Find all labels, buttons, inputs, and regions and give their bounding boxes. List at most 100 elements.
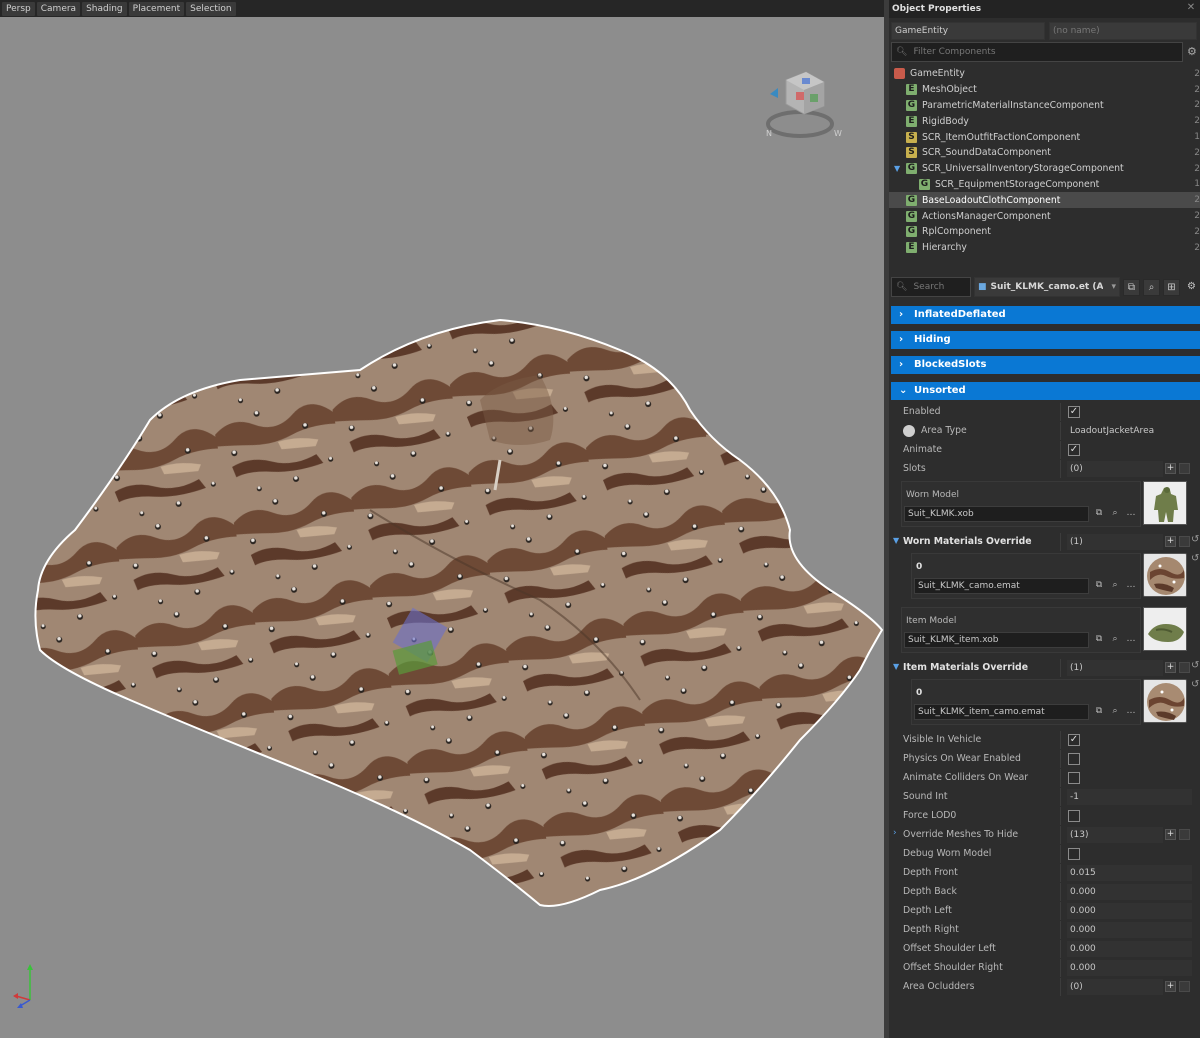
area-ocludder-options-button[interactable] [1179,981,1190,992]
tree-item-count: 2 [1194,163,1200,174]
tree-item-meshobject[interactable]: E MeshObject 2 [889,82,1200,98]
tree-item-parametricmaterial[interactable]: G ParametricMaterialInstanceComponent 2 [889,98,1200,114]
prop-depth-right: Depth Right 0.000 [891,921,1200,939]
more-options-icon[interactable]: … [1124,704,1138,720]
tree-item-sounddata[interactable]: S SCR_SoundDataComponent 2 [889,145,1200,161]
open-external-icon[interactable]: ⧉ [1123,278,1140,296]
tree-item-rigidbody[interactable]: E RigidBody 2 [889,113,1200,129]
expand-arrow-icon[interactable]: ▼ [894,164,900,173]
tree-item-actionsmanager[interactable]: G ActionsManagerComponent 2 [889,208,1200,224]
add-item-material-button[interactable]: + [1165,662,1176,673]
search-icon[interactable]: ⌕ [1108,632,1122,648]
chevron-down-icon[interactable]: ▾ [1111,278,1116,296]
depth-right-input[interactable]: 0.000 [1067,922,1192,938]
offset-shoulder-right-input[interactable]: 0.000 [1067,960,1192,976]
expand-arrow-icon[interactable]: ▼ [893,536,899,545]
search-icon[interactable]: ⌕ [1108,578,1122,594]
prop-label: Offset Shoulder Left [903,943,996,954]
visible-in-vehicle-checkbox[interactable]: ✓ [1068,734,1080,746]
close-icon[interactable]: ✕ [1185,2,1197,14]
prop-override-meshes: › Override Meshes To Hide (13) + [891,826,1200,844]
physics-on-wear-checkbox[interactable] [1068,753,1080,765]
prefab-selector[interactable]: ■ Suit_KLMK_camo.et (A ▾ [974,277,1120,297]
animate-checkbox[interactable]: ✓ [1068,444,1080,456]
add-worn-material-button[interactable]: + [1165,536,1176,547]
gear-icon[interactable]: ⚙ [1183,279,1200,296]
expand-arrow-icon[interactable]: ▼ [893,662,899,671]
tree-item-outfitfaction[interactable]: S SCR_ItemOutfitFactionComponent 1 [889,129,1200,145]
offset-shoulder-left-input[interactable]: 0.000 [1067,941,1192,957]
tree-item-baseloadoutcloth[interactable]: G BaseLoadoutClothComponent 2 [889,192,1200,209]
worn-model-file-field[interactable]: Suit_KLMK.xob [904,506,1089,522]
prop-offset-shoulder-left: Offset Shoulder Left 0.000 [891,940,1200,958]
more-options-icon[interactable]: … [1124,632,1138,648]
open-external-icon[interactable]: ⧉ [1092,506,1106,522]
item-model-file-field[interactable]: Suit_KLMK_item.xob [904,632,1089,648]
reset-icon[interactable]: ↺ [1191,660,1199,671]
enabled-checkbox[interactable]: ✓ [1068,406,1080,418]
chevron-right-icon[interactable]: › [893,828,897,838]
category-label: InflatedDeflated [914,309,1006,320]
tree-item-inventorystorage[interactable]: ▼ G SCR_UniversalInventoryStorageCompone… [889,161,1200,177]
search-icon[interactable]: ⌕ [1143,278,1160,296]
tree-item-label: BaseLoadoutClothComponent [922,194,1061,206]
entity-type-field[interactable]: GameEntity [891,22,1045,40]
category-inflateddeflated[interactable]: › InflatedDeflated [891,306,1200,324]
tree-item-gameentity[interactable]: GameEntity 2 [889,66,1200,82]
category-blockedslots[interactable]: › BlockedSlots [891,356,1200,374]
worn-material-file-field[interactable]: Suit_KLMK_camo.emat [914,578,1089,594]
gear-icon[interactable]: ⚙ [1187,42,1197,62]
area-type-value[interactable]: LoadoutJacketArea [1067,423,1192,439]
open-external-icon[interactable]: ⧉ [1092,632,1106,648]
prop-worn-materials-override: ▼ Worn Materials Override (1) + ↺ [891,533,1200,551]
depth-left-input[interactable]: 0.000 [1067,903,1192,919]
search-icon[interactable]: ⌕ [1108,506,1122,522]
reset-icon[interactable]: ↺ [1191,534,1199,545]
category-hiding[interactable]: › Hiding [891,331,1200,349]
tree-item-equipmentstorage[interactable]: G SCR_EquipmentStorageComponent 1 [889,177,1200,193]
filter-placeholder: Filter Components [913,47,996,57]
more-options-icon[interactable]: … [1124,506,1138,522]
more-options-icon[interactable]: … [1124,578,1138,594]
add-override-mesh-button[interactable]: + [1165,829,1176,840]
hierarchy-icon[interactable]: ⊞ [1163,278,1180,296]
depth-front-input[interactable]: 0.015 [1067,865,1192,881]
search-icon: 🔍︎ [896,282,908,292]
search-icon[interactable]: ⌕ [1108,704,1122,720]
add-slot-button[interactable]: + [1165,463,1176,474]
depth-back-input[interactable]: 0.000 [1067,884,1192,900]
tree-item-count: 2 [1194,242,1200,253]
reset-icon[interactable]: ↺ [1191,553,1199,564]
open-external-icon[interactable]: ⧉ [1092,704,1106,720]
reset-icon[interactable]: ↺ [1191,679,1199,690]
slots-count: (0) [1067,461,1163,477]
slot-options-button[interactable] [1179,463,1190,474]
add-area-ocludder-button[interactable]: + [1165,981,1176,992]
debug-worn-model-checkbox[interactable] [1068,848,1080,860]
filter-components-input[interactable]: 🔍︎ Filter Components [891,42,1183,62]
override-mesh-options-button[interactable] [1179,829,1190,840]
property-search-input[interactable]: 🔍︎ Search [891,277,971,297]
entity-name-field[interactable]: (no name) [1049,22,1197,40]
category-unsorted[interactable]: ⌄ Unsorted [891,382,1200,400]
animate-colliders-checkbox[interactable] [1068,772,1080,784]
divider [1060,769,1061,787]
item-material-file-field[interactable]: Suit_KLMK_item_camo.emat [914,704,1089,720]
tree-item-hierarchy[interactable]: E Hierarchy 2 [889,240,1200,256]
item-material-options-button[interactable] [1179,662,1190,673]
cloth-model[interactable] [0,0,884,1038]
search-icon: 🔍︎ [896,47,908,57]
item-material-thumbnail [1143,679,1187,723]
viewport[interactable]: Persp Camera Shading Placement Selection [0,0,884,1038]
prop-label: Enabled [903,406,941,417]
material-index: 0 [916,562,923,572]
axis-indicator [13,964,33,1008]
orientation-gizmo[interactable]: N W [752,66,848,142]
sound-int-input[interactable]: -1 [1067,789,1192,805]
open-external-icon[interactable]: ⧉ [1092,578,1106,594]
tree-item-rplcomponent[interactable]: G RplComponent 2 [889,224,1200,240]
force-lod0-checkbox[interactable] [1068,810,1080,822]
worn-material-options-button[interactable] [1179,536,1190,547]
divider [1060,750,1061,768]
tree-item-label: SCR_UniversalInventoryStorageComponent [922,163,1124,175]
